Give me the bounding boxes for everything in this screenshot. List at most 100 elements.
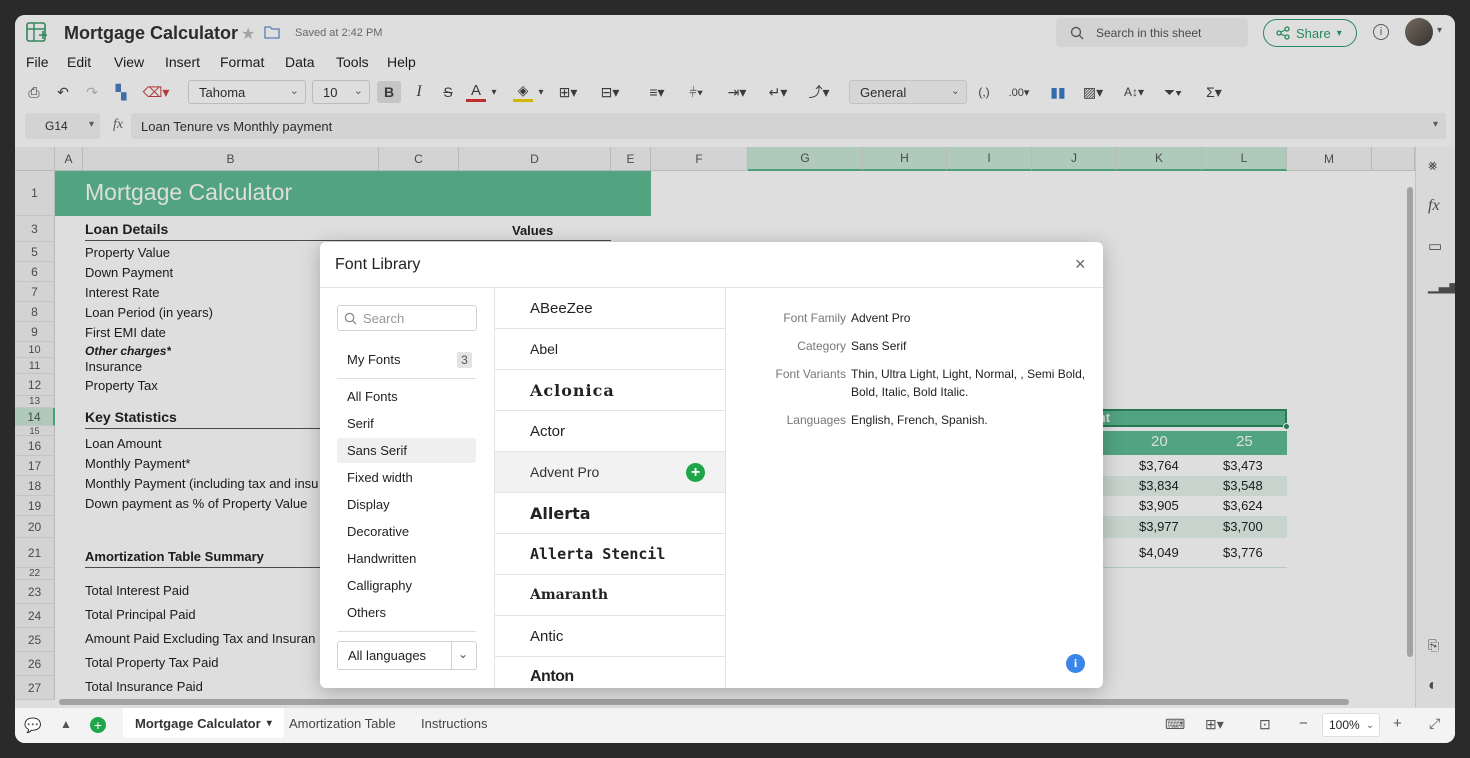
row-header[interactable]: 12 [15, 374, 55, 396]
language-select[interactable]: All languages ⌄ [337, 641, 477, 670]
row-header[interactable]: 18 [15, 476, 55, 496]
vertical-scrollbar[interactable] [1407, 187, 1413, 657]
info-icon[interactable]: i [1066, 654, 1085, 673]
column-header[interactable]: C [379, 147, 459, 171]
menu-data[interactable]: Data [285, 54, 315, 70]
column-header[interactable] [1372, 147, 1415, 171]
font-item[interactable]: Aclonica [495, 370, 725, 411]
row-header[interactable]: 7 [15, 282, 55, 302]
row-header[interactable]: 19 [15, 496, 55, 516]
menu-edit[interactable]: Edit [67, 54, 91, 70]
column-header[interactable]: A [55, 147, 83, 171]
row-header[interactable]: 10 [15, 342, 55, 358]
column-header[interactable]: K [1117, 147, 1202, 171]
column-header[interactable]: L [1202, 147, 1287, 171]
theme-icon[interactable]: ◐ [1428, 677, 1438, 695]
zoom-in-button[interactable]: + [1393, 715, 1402, 732]
add-sheet-button[interactable]: + [90, 717, 106, 733]
row-header[interactable]: 16 [15, 436, 55, 456]
row-header[interactable]: 27 [15, 676, 55, 700]
menu-insert[interactable]: Insert [165, 54, 200, 70]
add-font-button[interactable]: + [686, 463, 705, 482]
font-item[interactable]: Anton [495, 657, 725, 688]
row-header[interactable]: 15 [15, 426, 55, 436]
chat-icon[interactable]: 💬 [24, 717, 41, 734]
row-header[interactable]: 25 [15, 628, 55, 652]
filter-icon[interactable]: ⏷▾ [1157, 82, 1189, 102]
align-left-icon[interactable]: ≡▾ [642, 82, 672, 102]
column-header[interactable]: B [83, 147, 379, 171]
category-item-active[interactable]: Sans Serif [337, 438, 476, 463]
text-rotate-icon[interactable]: ⤴▾ [803, 82, 835, 102]
info-icon[interactable]: i [1373, 24, 1389, 40]
sheet-tab[interactable]: Instructions [409, 708, 499, 738]
avatar[interactable] [1405, 18, 1433, 46]
menu-format[interactable]: Format [220, 54, 264, 70]
close-icon[interactable]: × [1075, 254, 1086, 275]
chevron-down-icon[interactable]: ▾ [267, 718, 272, 729]
image-icon[interactable]: ▨▾ [1077, 82, 1109, 102]
text-color-button[interactable]: A [466, 82, 486, 102]
border-icon[interactable]: ⊞▾ [554, 82, 582, 102]
paint-format-icon[interactable]: ▚ [111, 82, 131, 102]
insights-icon[interactable]: ⨳ [1428, 157, 1437, 174]
font-item[interactable]: Abel [495, 329, 725, 370]
expand-formula-icon[interactable]: ▾ [1433, 119, 1438, 130]
font-item[interactable]: Amaranth [495, 575, 725, 616]
keyboard-icon[interactable]: ⌨ [1165, 716, 1185, 733]
row-header[interactable]: 21 [15, 538, 55, 568]
font-item[interactable]: Actor [495, 411, 725, 452]
category-item[interactable]: Fixed width [337, 465, 476, 490]
row-header[interactable]: 14 [15, 408, 55, 426]
zoom-out-button[interactable]: − [1299, 715, 1308, 732]
sheet-tab-active[interactable]: Mortgage Calculator ▾ [123, 708, 284, 738]
font-list[interactable]: ABeeZee Abel Aclonica Actor Advent Pro +… [495, 288, 726, 688]
wrap-text-icon[interactable]: ↵▾ [763, 82, 793, 102]
view-mode-icon[interactable]: ⊞▾ [1205, 716, 1224, 733]
category-item[interactable]: Serif [337, 411, 476, 436]
row-header[interactable]: 23 [15, 580, 55, 604]
category-item[interactable]: Others [337, 600, 476, 625]
function-icon[interactable]: fx [113, 117, 123, 133]
row-header[interactable]: 24 [15, 604, 55, 628]
star-icon[interactable]: ★ [241, 24, 255, 44]
row-header[interactable]: 22 [15, 568, 55, 580]
sheet-tab[interactable]: Amortization Table [277, 708, 408, 738]
my-fonts-item[interactable]: My Fonts [337, 347, 476, 372]
row-header[interactable]: 3 [15, 216, 55, 242]
undo-icon[interactable]: ↶ [53, 82, 73, 102]
sheet-list-icon[interactable]: ▲ [60, 717, 72, 731]
row-header[interactable]: 17 [15, 456, 55, 476]
share-button[interactable]: Share ▾ [1263, 19, 1357, 47]
selection-handle[interactable] [1283, 423, 1290, 430]
font-item[interactable]: ABeeZee [495, 288, 725, 329]
row-header[interactable]: 11 [15, 358, 55, 374]
merge-icon[interactable]: ⊟▾ [595, 82, 625, 102]
document-title[interactable]: Mortgage Calculator [64, 23, 238, 44]
fullscreen-icon[interactable]: ⤢ [1429, 715, 1440, 732]
vertical-align-icon[interactable]: ⫩▾ [681, 82, 711, 102]
row-header[interactable]: 9 [15, 322, 55, 342]
column-header[interactable]: J [1032, 147, 1117, 171]
sheet-search[interactable]: Search in this sheet [1056, 18, 1248, 47]
category-item[interactable]: Handwritten [337, 546, 476, 571]
strike-button[interactable]: S [438, 82, 458, 102]
horizontal-scrollbar[interactable] [59, 699, 1349, 705]
category-item[interactable]: All Fonts [337, 384, 476, 409]
chart-panel-icon[interactable]: ▁▃▅ [1428, 277, 1455, 294]
menu-tools[interactable]: Tools [336, 54, 369, 70]
font-item[interactable]: Antic [495, 616, 725, 657]
column-header[interactable]: D [459, 147, 611, 171]
indent-icon[interactable]: ⇥▾ [721, 82, 753, 102]
chart-icon[interactable]: ▮▮ [1048, 82, 1068, 102]
row-header[interactable]: 6 [15, 262, 55, 282]
italic-button[interactable]: I [409, 82, 429, 102]
font-item-hovered[interactable]: Advent Pro + [495, 452, 725, 493]
comment-icon[interactable]: ▭ [1428, 237, 1442, 255]
print-icon[interactable]: ⎙ [24, 82, 44, 102]
number-format-select[interactable]: General ⌄ [849, 80, 967, 104]
category-item[interactable]: Display [337, 492, 476, 517]
row-header[interactable]: 8 [15, 302, 55, 322]
chevron-down-icon[interactable]: ▾ [535, 82, 547, 102]
zoom-select[interactable]: 100% ⌄ [1322, 713, 1380, 737]
